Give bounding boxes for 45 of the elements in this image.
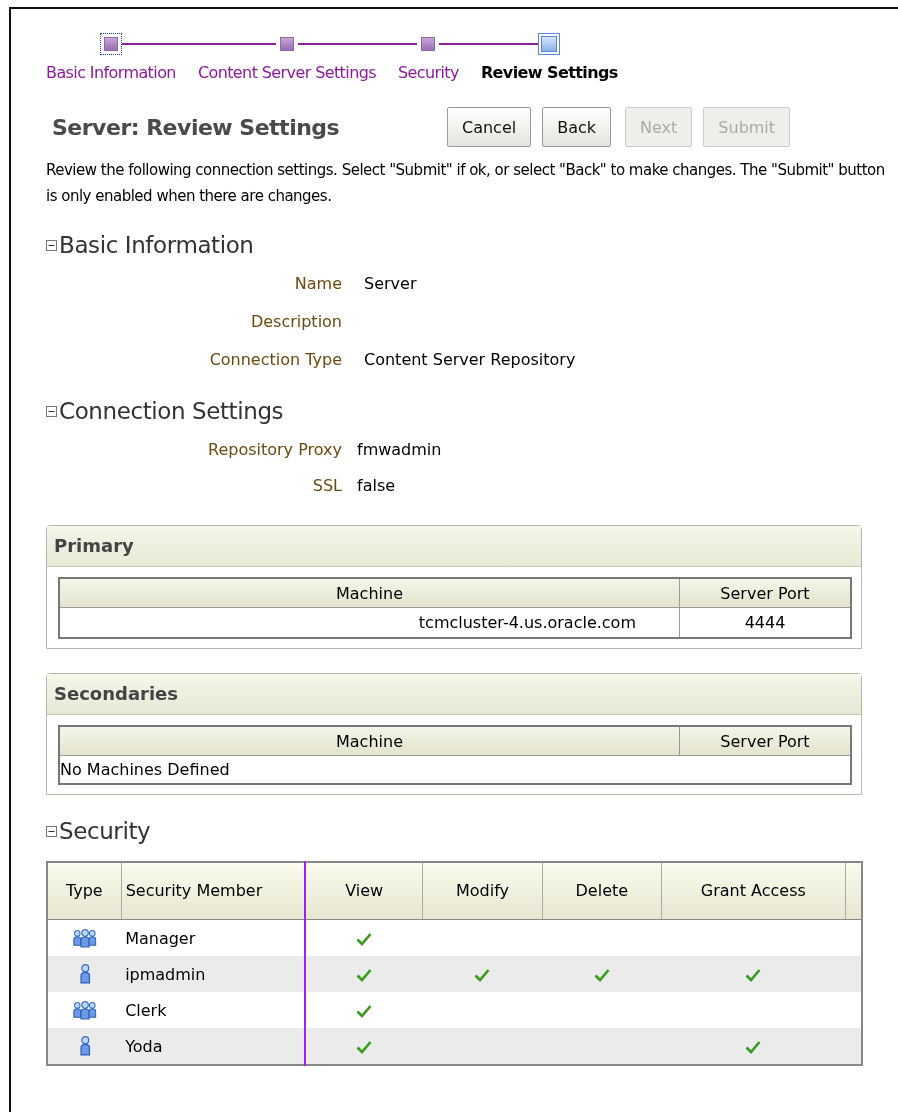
table-cell: Yoda	[121, 1028, 306, 1065]
column-header: Machine	[59, 578, 680, 608]
panel-title: Primary	[47, 526, 861, 567]
train-step-link[interactable]: Content Server Settings	[197, 63, 376, 82]
collapse-icon[interactable]	[46, 405, 57, 417]
field-label: Connection Type	[208, 349, 342, 371]
field-label: SSL	[311, 475, 342, 497]
instructions-text: Review the following connection settings. Select "Submit" if ok, or select "Back" to make changes. The "Submit" button is only enabled when there are changes.	[46, 160, 886, 207]
panel-title: Secondaries	[47, 674, 861, 715]
action-button[interactable]: Cancel	[447, 107, 532, 147]
column-header: Delete	[542, 862, 662, 920]
column-header: View	[305, 862, 423, 920]
action-button[interactable]: Back	[542, 107, 612, 147]
field-value: Content Server Repository	[364, 349, 577, 371]
field-label: Description	[249, 311, 342, 333]
field-label: Name	[293, 273, 342, 295]
empty-message: No Machines Defined	[59, 755, 851, 784]
collapse-icon[interactable]	[46, 239, 57, 251]
section-heading: Connection Settings	[59, 398, 284, 424]
page-title: Server: Review Settings	[52, 114, 341, 140]
field-value: Server	[364, 273, 418, 295]
column-header: Type	[47, 862, 122, 920]
column-header: Server Port	[679, 726, 851, 756]
column-header: Grant Access	[661, 862, 846, 920]
field-value: fmwadmin	[357, 439, 443, 461]
group-icon	[72, 999, 97, 1021]
train-step-link[interactable]: Basic Information	[46, 63, 176, 82]
table-cell: tcmcluster-4.us.oracle.com	[59, 607, 680, 638]
column-header: Modify	[422, 862, 543, 920]
section-heading: Security	[59, 818, 151, 844]
table-cell: 4444	[679, 607, 851, 638]
current-step-label: Review Settings	[480, 63, 618, 82]
column-header: Security Member	[121, 862, 306, 920]
user-icon	[78, 1034, 91, 1058]
group-icon	[72, 927, 97, 949]
section-heading: Basic Information	[59, 232, 254, 258]
table-cell: ipmadmin	[121, 956, 306, 992]
field-value: false	[357, 475, 397, 497]
field-label: Repository Proxy	[207, 439, 342, 461]
user-icon	[78, 962, 91, 986]
train-stop-marker[interactable]	[99, 33, 122, 55]
train-step-link[interactable]: Security	[398, 63, 459, 82]
collapse-icon[interactable]	[46, 825, 57, 837]
column-header: Server Port	[679, 578, 851, 608]
column-header: Machine	[59, 726, 680, 756]
